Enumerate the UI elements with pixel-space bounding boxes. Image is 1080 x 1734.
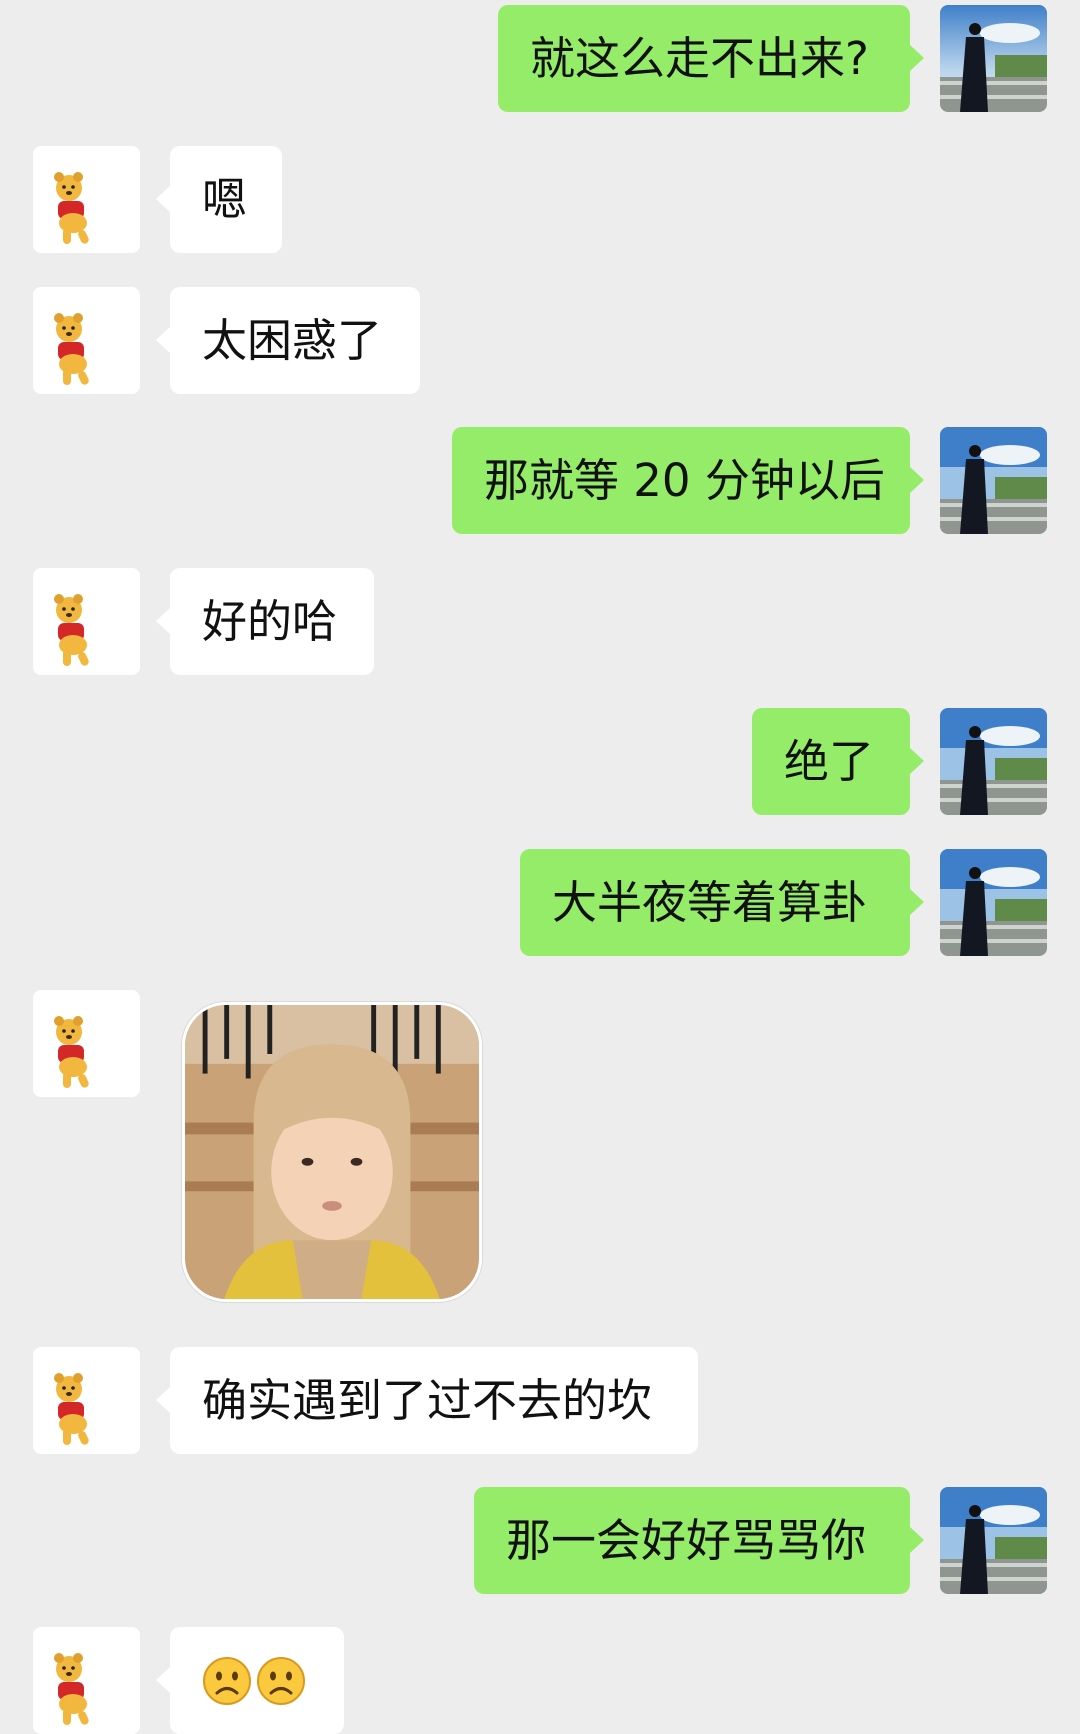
self-avatar[interactable] [940,708,1047,815]
friend-avatar[interactable] [33,1347,140,1454]
friend-avatar[interactable] [33,568,140,675]
self-avatar[interactable] [940,427,1047,534]
man-by-railing-avatar [940,1487,1047,1594]
friend-avatar[interactable] [33,1627,140,1734]
friend-avatar[interactable] [33,146,140,253]
chat-message-list: 就这么走不出来? 嗯 太困惑了 那就等 20 分钟以后 好的哈 绝了 大半夜等着… [0,0,1080,1734]
frowning-face-emoji [203,1656,251,1705]
friend-avatar[interactable] [33,990,140,1097]
self-avatar[interactable] [940,5,1047,112]
message-bubble[interactable] [156,1627,344,1734]
message-bubble[interactable]: 好的哈 [156,568,374,675]
man-by-railing-avatar [940,5,1047,112]
man-by-railing-avatar [940,849,1047,956]
winnie-the-pooh-avatar [33,1347,140,1454]
message-bubble[interactable]: 绝了 [752,708,924,815]
message-bubble[interactable]: 嗯 [156,146,282,253]
message-bubble[interactable]: 大半夜等着算卦 [520,849,924,956]
self-avatar[interactable] [940,849,1047,956]
message-bubble[interactable]: 就这么走不出来? [498,5,924,112]
frowning-face-emoji [257,1656,305,1705]
message-bubble[interactable]: 那一会好好骂骂你 [474,1487,924,1594]
winnie-the-pooh-avatar [33,1627,140,1734]
man-by-railing-avatar [940,708,1047,815]
winnie-the-pooh-avatar [33,146,140,253]
winnie-the-pooh-avatar [33,568,140,675]
man-by-railing-avatar [940,427,1047,534]
message-incoming [0,990,1080,1310]
message-bubble[interactable]: 太困惑了 [156,287,420,394]
message-bubble[interactable]: 那就等 20 分钟以后 [452,427,924,534]
message-bubble[interactable]: 确实遇到了过不去的坎 [156,1347,698,1454]
self-avatar[interactable] [940,1487,1047,1594]
winnie-the-pooh-avatar [33,287,140,394]
friend-avatar[interactable] [33,287,140,394]
winnie-the-pooh-avatar [33,990,140,1097]
hooded-baby-sticker[interactable] [182,1002,482,1302]
